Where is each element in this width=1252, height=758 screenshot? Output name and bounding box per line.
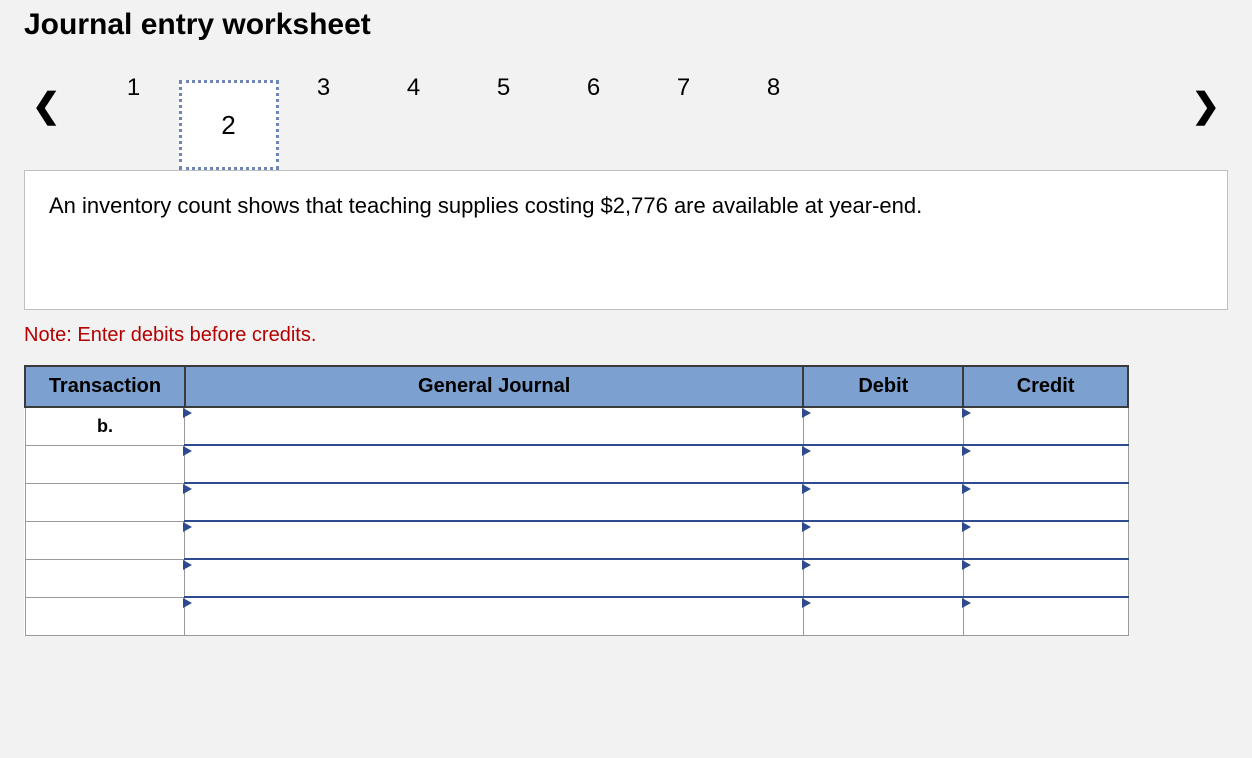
general-journal-cell[interactable] — [185, 521, 804, 559]
tab-1[interactable]: 1 — [89, 60, 179, 116]
transaction-cell: b. — [25, 407, 185, 445]
transaction-cell — [25, 445, 185, 483]
transaction-cell — [25, 597, 185, 635]
tab-8[interactable]: 8 — [729, 60, 819, 116]
dropdown-marker-icon — [802, 484, 811, 494]
tab-4[interactable]: 4 — [369, 60, 459, 116]
debit-cell[interactable] — [803, 597, 963, 635]
dropdown-marker-icon — [962, 522, 971, 532]
dropdown-marker-icon — [962, 484, 971, 494]
table-row — [25, 559, 1128, 597]
debit-cell[interactable] — [803, 483, 963, 521]
page-title: Journal entry worksheet — [24, 8, 1228, 42]
note-text: Note: Enter debits before credits. — [24, 324, 1228, 347]
prompt-box: An inventory count shows that teaching s… — [24, 170, 1228, 310]
dropdown-marker-icon — [962, 408, 971, 418]
credit-cell[interactable] — [963, 521, 1128, 559]
journal-table: Transaction General Journal Debit Credit… — [24, 365, 1129, 636]
dropdown-marker-icon — [802, 560, 811, 570]
general-journal-cell[interactable] — [185, 559, 804, 597]
col-header-credit: Credit — [963, 366, 1128, 407]
transaction-cell — [25, 483, 185, 521]
credit-cell[interactable] — [963, 483, 1128, 521]
transaction-cell — [25, 521, 185, 559]
transaction-cell — [25, 559, 185, 597]
general-journal-cell[interactable] — [185, 597, 804, 635]
tab-row: ❮ 12345678 ❯ — [24, 60, 1228, 152]
dropdown-marker-icon — [183, 408, 192, 418]
col-header-transaction: Transaction — [25, 366, 185, 407]
col-header-debit: Debit — [803, 366, 963, 407]
dropdown-marker-icon — [183, 446, 192, 456]
table-row — [25, 445, 1128, 483]
debit-cell[interactable] — [803, 559, 963, 597]
dropdown-marker-icon — [802, 446, 811, 456]
table-row — [25, 483, 1128, 521]
general-journal-cell[interactable] — [185, 407, 804, 445]
dropdown-marker-icon — [962, 446, 971, 456]
prompt-text: An inventory count shows that teaching s… — [49, 193, 922, 218]
dropdown-marker-icon — [802, 408, 811, 418]
table-row: b. — [25, 407, 1128, 445]
general-journal-cell[interactable] — [185, 445, 804, 483]
dropdown-marker-icon — [802, 522, 811, 532]
next-arrow-icon[interactable]: ❯ — [1184, 81, 1229, 131]
credit-cell[interactable] — [963, 407, 1128, 445]
prev-arrow-icon[interactable]: ❮ — [24, 81, 69, 131]
dropdown-marker-icon — [183, 560, 192, 570]
credit-cell[interactable] — [963, 597, 1128, 635]
dropdown-marker-icon — [183, 598, 192, 608]
tab-7[interactable]: 7 — [639, 60, 729, 116]
tab-2[interactable]: 2 — [179, 80, 279, 170]
dropdown-marker-icon — [183, 522, 192, 532]
credit-cell[interactable] — [963, 445, 1128, 483]
credit-cell[interactable] — [963, 559, 1128, 597]
tab-5[interactable]: 5 — [459, 60, 549, 116]
debit-cell[interactable] — [803, 445, 963, 483]
transaction-label: b. — [97, 416, 113, 436]
general-journal-cell[interactable] — [185, 483, 804, 521]
dropdown-marker-icon — [183, 484, 192, 494]
dropdown-marker-icon — [962, 560, 971, 570]
col-header-journal: General Journal — [185, 366, 804, 407]
tab-3[interactable]: 3 — [279, 60, 369, 116]
dropdown-marker-icon — [962, 598, 971, 608]
table-row — [25, 521, 1128, 559]
dropdown-marker-icon — [802, 598, 811, 608]
debit-cell[interactable] — [803, 407, 963, 445]
tab-6[interactable]: 6 — [549, 60, 639, 116]
debit-cell[interactable] — [803, 521, 963, 559]
table-row — [25, 597, 1128, 635]
